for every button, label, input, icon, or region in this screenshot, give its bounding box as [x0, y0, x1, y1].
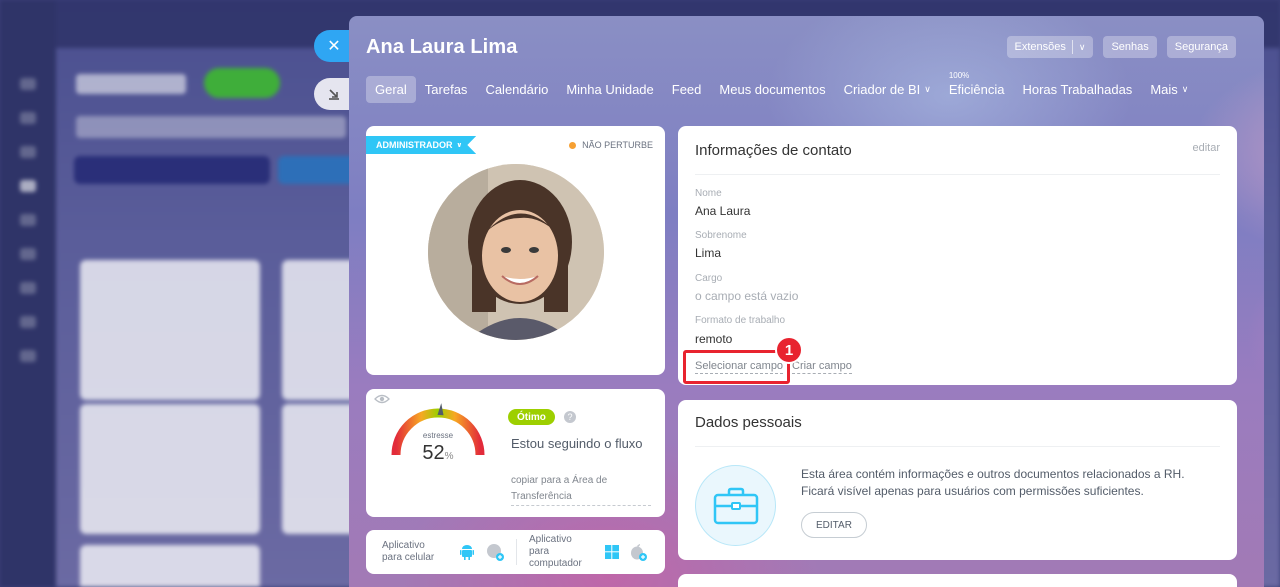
stress-card: estresse 52% Ótimo ? Estou seguindo o fl…	[366, 389, 665, 517]
mobile-app-label: Aplicativo para celular	[382, 540, 435, 563]
efficiency-percent: 100%	[948, 71, 970, 80]
tab-eficiencia[interactable]: 100% Eficiência	[940, 71, 1014, 103]
background-stage	[278, 156, 358, 184]
stress-value: 52%	[422, 442, 454, 464]
desktop-app-label: Aplicativo para computador	[529, 534, 582, 569]
background-title	[76, 74, 186, 94]
highlight-box	[683, 350, 790, 384]
tab-calendario[interactable]: Calendário	[476, 76, 557, 103]
field-label-cargo: Cargo	[695, 273, 723, 284]
chevron-down-icon: ∨	[1078, 41, 1086, 52]
copy-to-clipboard-link[interactable]: copiar para a Área de Transferência	[511, 473, 651, 506]
windows-icon[interactable]	[603, 543, 621, 561]
background-filter	[76, 116, 346, 138]
extensions-label: Extensões	[1014, 41, 1066, 53]
profile-slider: Ana Laura Lima Extensões ∨ Senhas Segura…	[349, 16, 1264, 587]
tab-geral[interactable]: Geral	[366, 76, 416, 103]
help-icon[interactable]: ?	[564, 411, 576, 423]
stress-label: estresse	[422, 431, 454, 440]
tab-criador-de-bi[interactable]: Criador de BI ∨	[835, 76, 940, 103]
tab-meus-documentos[interactable]: Meus documentos	[710, 76, 834, 103]
personal-data-card: Dados pessoais Esta área contém informaç…	[678, 400, 1237, 560]
chevron-down-icon: ∨	[924, 84, 931, 94]
apple-desktop-icon[interactable]	[629, 543, 647, 561]
divider	[695, 174, 1220, 175]
create-field-link[interactable]: Criar campo	[792, 360, 852, 374]
security-button[interactable]: Segurança	[1166, 36, 1236, 58]
field-value-sobrenome: Lima	[695, 246, 722, 260]
field-label-formato: Formato de trabalho	[695, 315, 786, 326]
personal-heading: Dados pessoais	[695, 414, 802, 431]
next-card	[678, 574, 1237, 587]
android-icon[interactable]	[458, 543, 476, 561]
personal-description: Esta área contém informações e outros do…	[801, 467, 1185, 498]
extensions-button[interactable]: Extensões ∨	[1006, 36, 1094, 58]
role-badge[interactable]: ADMINISTRADOR ∨	[366, 136, 477, 154]
tab-feed[interactable]: Feed	[663, 76, 711, 103]
background-deal-card	[80, 545, 260, 587]
contact-info-card: Informações de contato editar Nome Ana L…	[678, 126, 1237, 385]
edit-personal-button[interactable]: EDITAR	[801, 512, 867, 538]
chevron-down-icon: ∨	[1181, 84, 1189, 94]
background-deal-card	[80, 404, 260, 534]
background-add-button	[204, 68, 280, 98]
field-value-cargo: o campo está vazio	[695, 289, 799, 303]
page-title: Ana Laura Lima	[366, 36, 518, 58]
stress-status-badge: Ótimo	[508, 409, 555, 425]
passwords-button[interactable]: Senhas	[1103, 36, 1157, 58]
chevron-down-icon: ∨	[456, 142, 463, 149]
divider	[695, 446, 1220, 447]
minimize-slider-button[interactable]	[314, 78, 354, 110]
do-not-disturb-status[interactable]: NÃO PERTURBE	[569, 140, 653, 150]
close-slider-button[interactable]: ✕	[314, 30, 354, 62]
field-label-sobrenome: Sobrenome	[695, 230, 747, 241]
tab-bar: Geral Tarefas Calendário Minha Unidade F…	[366, 71, 1197, 103]
avatar-photo	[428, 164, 604, 340]
background-sidebar	[0, 0, 56, 587]
tab-mais[interactable]: Mais ∨	[1141, 76, 1197, 103]
contact-heading: Informações de contato	[695, 142, 852, 159]
avatar[interactable]	[428, 164, 604, 340]
status-dot	[569, 141, 577, 149]
apple-mobile-icon[interactable]	[486, 543, 504, 561]
top-actions: Extensões ∨ Senhas Segurança	[1006, 36, 1236, 58]
tab-horas-trabalhadas[interactable]: Horas Trabalhadas	[1013, 76, 1141, 103]
apps-card: Aplicativo para celular Aplicativo para …	[366, 530, 665, 574]
field-value-nome: Ana Laura	[695, 204, 751, 218]
tab-minha-unidade[interactable]: Minha Unidade	[557, 76, 662, 103]
field-label-nome: Nome	[695, 188, 722, 199]
edit-contact-link[interactable]: editar	[1192, 142, 1220, 154]
tab-tarefas[interactable]: Tarefas	[416, 76, 477, 103]
step-marker: 1	[775, 336, 803, 364]
background-stage	[74, 156, 270, 184]
background-deal-card	[80, 260, 260, 400]
briefcase-icon	[695, 465, 776, 546]
field-value-formato: remoto	[695, 332, 733, 346]
stress-status-text: Estou seguindo o fluxo	[511, 436, 643, 451]
minimize-icon	[329, 89, 339, 100]
profile-card: ADMINISTRADOR ∨ NÃO PERTURBE	[366, 126, 665, 375]
close-icon: ✕	[327, 38, 341, 55]
